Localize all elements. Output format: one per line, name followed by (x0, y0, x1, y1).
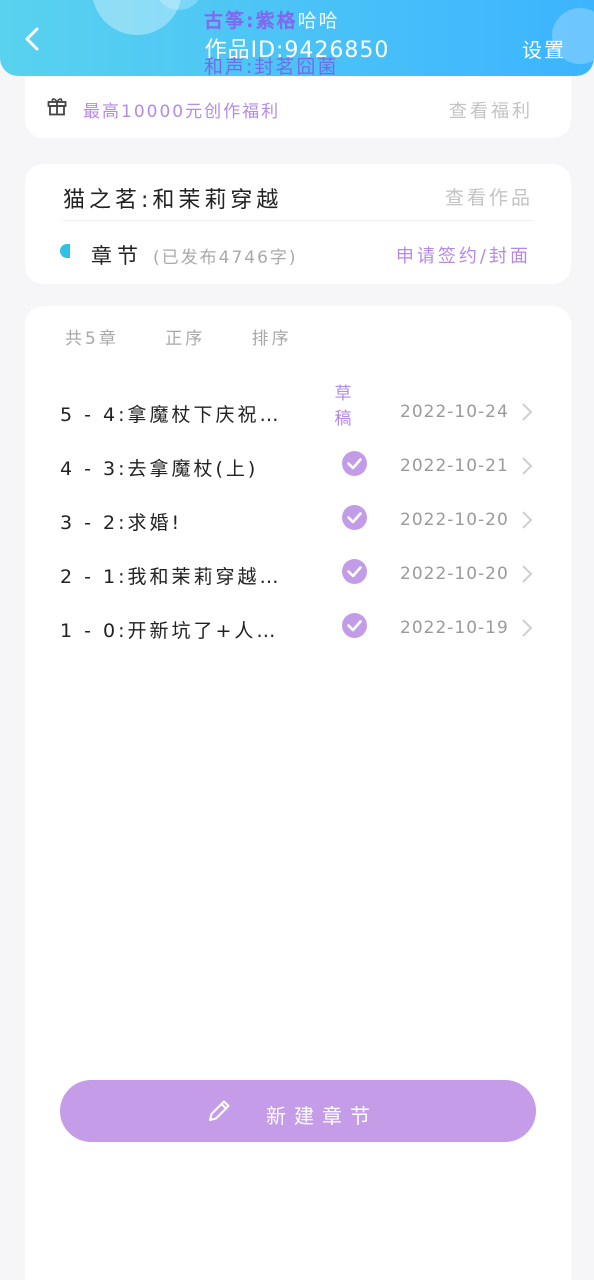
watermark-bold: 古筝:紫格 (204, 10, 298, 32)
gift-icon (47, 98, 67, 116)
chapter-row[interactable]: 1 - 0:开新坑了+人… 2022-10-19 (25, 602, 571, 656)
chevron-right-icon (522, 511, 533, 529)
check-icon (342, 613, 367, 638)
chapter-row[interactable]: 5 - 4:拿魔杖下庆祝… 草稿 2022-10-24 (25, 384, 571, 440)
view-welfare-link[interactable]: 查看福利 (449, 97, 533, 123)
draft-badge: 草稿 (334, 384, 352, 429)
top-header: 作品ID:9426850 古筝:紫格哈哈 和声:封茗囧菌 设置 (0, 0, 594, 76)
chapter-date: 2022-10-19 (400, 618, 509, 638)
divider (63, 220, 533, 221)
chapter-title: 5 - 4:拿魔杖下庆祝… (60, 404, 282, 426)
chevron-right-icon (522, 619, 533, 637)
chapter-date: 2022-10-24 (400, 402, 509, 422)
order-toggle[interactable]: 正序 (165, 329, 205, 349)
chapter-title: 2 - 1:我和茉莉穿越… (60, 566, 282, 588)
view-work-link[interactable]: 查看作品 (445, 183, 533, 210)
chevron-right-icon (522, 457, 533, 475)
chapter-row[interactable]: 4 - 3:去拿魔杖(上) 2022-10-21 (25, 440, 571, 494)
chapter-row[interactable]: 2 - 1:我和茉莉穿越… 2022-10-20 (25, 548, 571, 602)
chevron-right-icon (522, 403, 533, 421)
chapter-date: 2022-10-21 (400, 456, 509, 476)
chapter-title: 3 - 2:求婚! (60, 512, 183, 534)
work-title: 猫之茗:和茉莉穿越 (63, 188, 283, 213)
check-icon (342, 505, 367, 530)
watermark-line-1: 古筝:紫格哈哈 (204, 6, 340, 33)
chapter-title: 4 - 3:去拿魔杖(上) (60, 458, 259, 480)
welfare-text: 最高10000元创作福利 (83, 102, 281, 122)
sort-bar: 共5章 正序 排序 (65, 324, 330, 349)
chevron-right-icon (522, 565, 533, 583)
check-icon (342, 559, 367, 584)
watermark-line-2: 和声:封茗囧菌 (204, 56, 339, 76)
pencil-icon (209, 1100, 230, 1121)
apply-sign-cover-link[interactable]: 申请签约/封面 (396, 242, 531, 268)
chapter-label: 章节 (91, 244, 143, 268)
new-chapter-button[interactable]: 新建章节 (60, 1080, 536, 1142)
welfare-card: 最高10000元创作福利 查看福利 (25, 72, 571, 138)
chapter-list-card: 共5章 正序 排序 5 - 4:拿魔杖下庆祝… 草稿 2022-10-24 4 … (25, 306, 571, 1280)
watermark-plain: 哈哈 (297, 10, 340, 32)
chapter-count: 共5章 (65, 329, 119, 349)
settings-button[interactable]: 设置 (522, 34, 566, 63)
published-info: (已发布4746字) (153, 248, 298, 268)
section-marker (60, 244, 70, 258)
sort-button[interactable]: 排序 (252, 329, 292, 349)
chapter-row[interactable]: 3 - 2:求婚! 2022-10-20 (25, 494, 571, 548)
chapter-date: 2022-10-20 (400, 510, 509, 530)
work-card: 猫之茗:和茉莉穿越 查看作品 章节 (已发布4746字) 申请签约/封面 (25, 164, 571, 284)
chapter-date: 2022-10-20 (400, 564, 509, 584)
new-chapter-label: 新建章节 (266, 1104, 378, 1128)
chapter-title: 1 - 0:开新坑了+人… (60, 620, 279, 642)
check-icon (342, 451, 367, 476)
